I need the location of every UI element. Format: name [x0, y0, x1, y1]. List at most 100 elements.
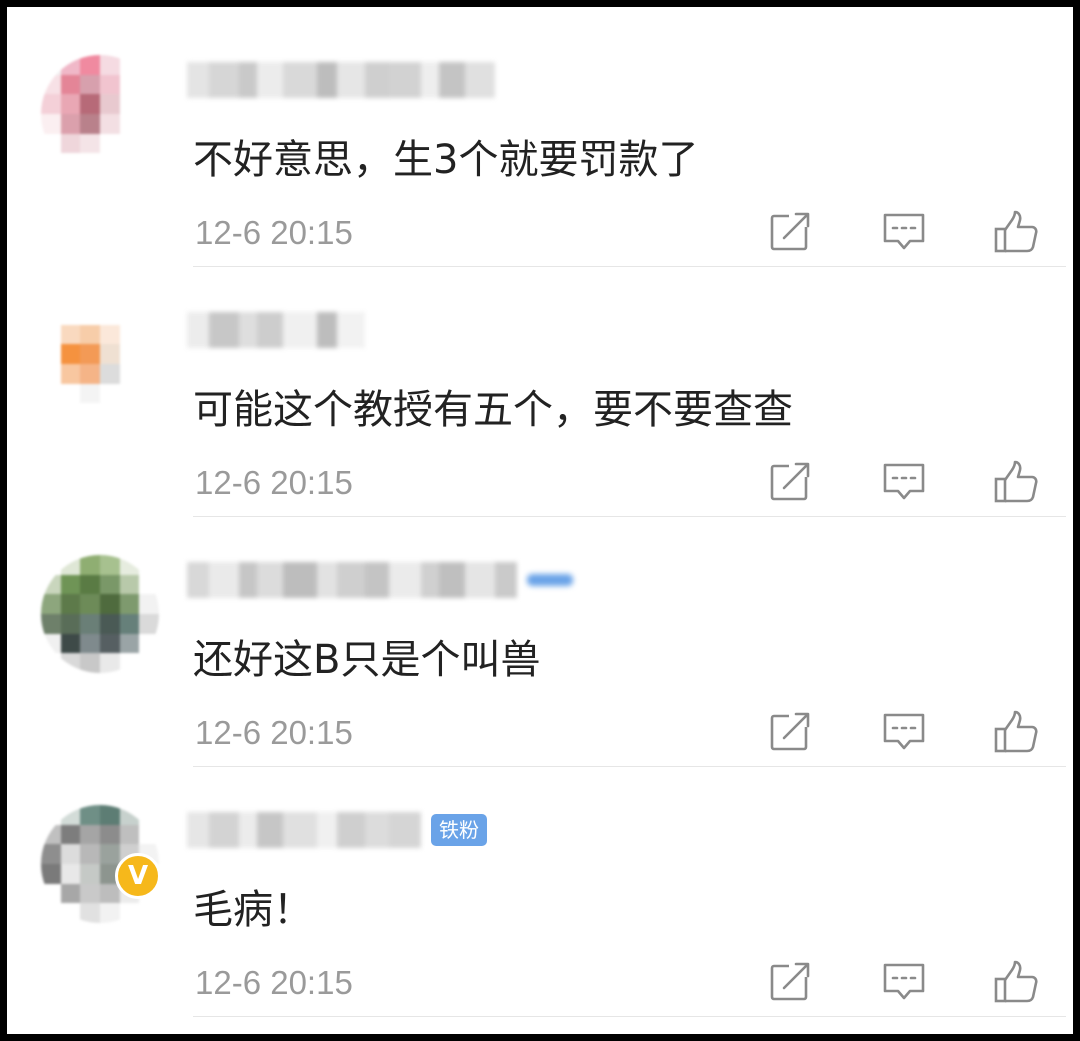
username-blur-block: [257, 812, 283, 848]
avatar-pixel: [41, 613, 61, 634]
username-redacted: [187, 312, 365, 348]
avatar-pixel: [99, 133, 120, 154]
avatar-pixel: [41, 153, 61, 173]
avatar-pixel: [139, 344, 159, 364]
avatar-pixel: [41, 363, 61, 384]
reply-icon[interactable]: [881, 209, 927, 255]
avatar-pixel: [41, 324, 61, 345]
username-blurred[interactable]: 铁粉: [187, 807, 487, 853]
avatar-pixel: [60, 574, 81, 595]
avatar-pixel: [139, 653, 159, 673]
avatar-pixel: [99, 363, 120, 384]
avatar-pixel: [139, 403, 159, 423]
username-blur-block: [257, 62, 283, 98]
repost-icon[interactable]: [767, 459, 813, 505]
username-blur-block: [283, 62, 317, 98]
avatar-pixel: [41, 805, 61, 825]
avatar-pixel: [119, 903, 140, 923]
like-icon[interactable]: [993, 959, 1039, 1005]
comment-list: 不好意思，生3个就要罚款了 12-6 20:15 可能这个教授有五个，要不要查查…: [7, 7, 1073, 1034]
username-blurred[interactable]: [187, 307, 365, 353]
fan-badge: 铁粉: [431, 814, 487, 846]
repost-icon[interactable]: [767, 959, 813, 1005]
avatar-pixel: [41, 133, 61, 154]
avatar-pixel: [139, 305, 159, 325]
avatar-pixel: [99, 633, 120, 654]
avatar[interactable]: [41, 55, 159, 173]
username-blur-block: [317, 812, 337, 848]
avatar[interactable]: [41, 555, 159, 673]
avatar-pixel: [119, 805, 140, 825]
avatar-pixel: [41, 94, 61, 114]
avatar-pixel: [80, 555, 100, 575]
avatar-pixel: [99, 324, 120, 345]
avatar-pixel: [119, 94, 140, 114]
username-blur-block: [239, 812, 257, 848]
username-blurred[interactable]: [187, 57, 495, 103]
avatar-pixel: [139, 363, 159, 384]
avatar-pixel: [119, 305, 140, 325]
avatar-pixel: [119, 133, 140, 154]
avatar-pixel: [139, 55, 159, 75]
avatar-pixel: [80, 383, 100, 404]
avatar-pixel: [60, 653, 81, 673]
avatar-pixel: [139, 324, 159, 345]
avatar-pixel: [80, 594, 100, 614]
avatar-pixel: [80, 363, 100, 384]
avatar-pixel: [119, 574, 140, 595]
avatar-pixel: [99, 555, 120, 575]
avatar-pixel: [139, 613, 159, 634]
reply-icon[interactable]: [881, 959, 927, 1005]
avatar-pixel: [60, 94, 81, 114]
username-blur-block: [187, 312, 209, 348]
username-blurred[interactable]: [187, 557, 573, 603]
avatar-pixel: [80, 113, 100, 134]
avatar-pixel: [60, 113, 81, 134]
avatar-pixel: [99, 74, 120, 95]
avatar-pixel: [139, 903, 159, 923]
comment-time: 12-6 20:15: [195, 714, 353, 751]
reply-icon[interactable]: [881, 709, 927, 755]
avatar-pixel: [60, 805, 81, 825]
avatar-pixel: [99, 383, 120, 404]
avatar-pixel: [119, 344, 140, 364]
username-blur-block: [439, 562, 465, 598]
comment-item: 还好这B只是个叫兽 12-6 20:15: [7, 517, 1073, 767]
like-icon[interactable]: [993, 459, 1039, 505]
avatar-pixel: [80, 55, 100, 75]
avatar-pixel: [60, 324, 81, 345]
avatar-pixel: [80, 653, 100, 673]
avatar-pixel: [119, 383, 140, 404]
like-icon[interactable]: [993, 709, 1039, 755]
avatar-pixel: [41, 844, 61, 864]
username-blur-block: [209, 812, 239, 848]
comment-item: 可能这个教授有五个，要不要查查 12-6 20:15: [7, 267, 1073, 517]
username-blur-block: [239, 312, 257, 348]
avatar-pixel: [119, 153, 140, 173]
username-blur-block: [365, 562, 389, 598]
avatar-pixel: [60, 403, 81, 423]
username-blur-block: [209, 312, 239, 348]
reply-icon[interactable]: [881, 459, 927, 505]
username-blur-block: [283, 562, 317, 598]
avatar-pixel: [80, 613, 100, 634]
username-blur-block: [337, 62, 365, 98]
avatar-pixel: [60, 133, 81, 154]
avatar-pixel: [139, 113, 159, 134]
avatar-pixel: [119, 363, 140, 384]
avatar-pixel: [139, 94, 159, 114]
avatar-pixel: [139, 74, 159, 95]
like-icon[interactable]: [993, 209, 1039, 255]
avatar-pixel: [41, 633, 61, 654]
avatar-pixel: [99, 653, 120, 673]
avatar-pixel: [60, 903, 81, 923]
repost-icon[interactable]: [767, 709, 813, 755]
avatar[interactable]: [41, 305, 159, 423]
avatar-pixel: [80, 574, 100, 595]
avatar-pixel: [60, 613, 81, 634]
avatar-pixel: [139, 633, 159, 654]
avatar-pixel: [60, 633, 81, 654]
username-redacted: [187, 62, 495, 98]
repost-icon[interactable]: [767, 209, 813, 255]
fan-badge-redacted: [527, 574, 573, 586]
